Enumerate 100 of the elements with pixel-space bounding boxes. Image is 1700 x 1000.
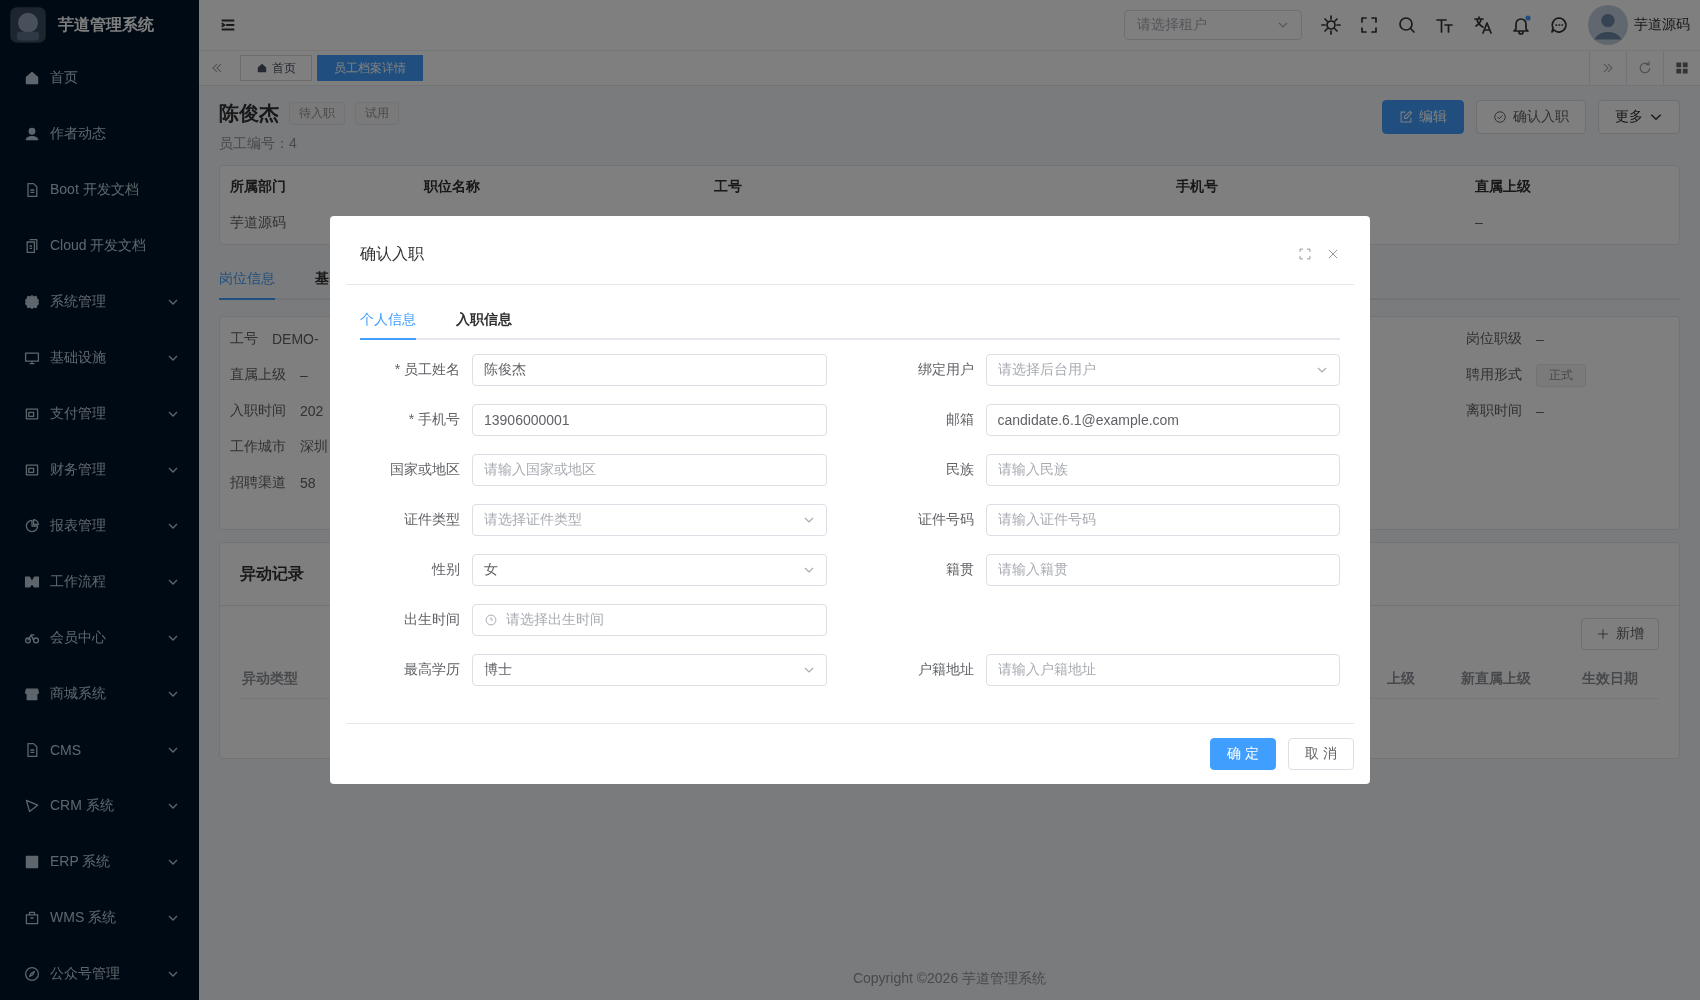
field-value: – [300, 367, 308, 383]
cancel-button[interactable]: 取 消 [1288, 738, 1354, 770]
date-field[interactable]: 请选择出生时间 [472, 604, 827, 636]
sidebar-item[interactable]: WMS 系统 [0, 890, 199, 946]
select-field[interactable]: 请选择证件类型 [472, 504, 827, 536]
document-icon [24, 182, 40, 198]
page-tab[interactable]: 首页 [240, 55, 312, 81]
input-field[interactable]: 请输入籍贯 [985, 554, 1340, 586]
close-icon[interactable] [1326, 247, 1340, 261]
select-field[interactable]: 博士 [472, 654, 827, 686]
input-field[interactable]: 13906000001 [472, 404, 827, 436]
home-icon [24, 70, 40, 86]
field-value: – [1475, 214, 1483, 230]
store-icon [24, 686, 40, 702]
translate-icon[interactable] [1473, 15, 1493, 35]
form-label: 邮箱 [944, 411, 975, 429]
check-circle-icon [1493, 110, 1507, 124]
sidebar-item[interactable]: Boot 开发文档 [0, 162, 199, 218]
form-label: 出生时间 [403, 611, 461, 629]
field-label: 离职时间 [1466, 402, 1522, 420]
column-header: 工号 [714, 178, 743, 196]
field-label: 聘用形式 [1466, 366, 1522, 384]
input-field[interactable]: 请输入户籍地址 [985, 654, 1340, 686]
sidebar-item[interactable]: 公众号管理 [0, 946, 199, 1000]
ok-button[interactable]: 确 定 [1210, 738, 1277, 770]
column-header: 所属部门 [230, 178, 287, 196]
sidebar-item[interactable]: ERP 系统 [0, 834, 199, 890]
confirm-button[interactable]: 确认入职 [1476, 100, 1586, 134]
field-label: 岗位职级 [1466, 330, 1522, 348]
form-label: * 手机号 [407, 411, 461, 429]
wallet-icon [24, 406, 40, 422]
field-value: – [1536, 331, 1544, 347]
form-label: 证件类型 [403, 511, 461, 529]
sidebar-item[interactable]: Cloud 开发文档 [0, 218, 199, 274]
field-label: 入职时间 [230, 402, 286, 420]
user-icon [24, 126, 40, 142]
documents-icon [24, 238, 40, 254]
form-label: 户籍地址 [916, 661, 975, 679]
settings-icon[interactable] [1321, 15, 1341, 35]
bell-icon[interactable] [1511, 15, 1531, 35]
input-field[interactable]: candidate.6.1@example.com [985, 404, 1340, 436]
form-tab[interactable]: 个人信息 [360, 303, 416, 340]
input-field[interactable]: 请输入证件号码 [985, 504, 1340, 536]
app-title: 芋道管理系统 [58, 14, 154, 35]
sidebar-item[interactable]: 首页 [0, 50, 199, 106]
add-button[interactable]: 新增 [1581, 618, 1659, 650]
sidebar-item[interactable]: 商城系统 [0, 666, 199, 722]
input-field[interactable]: 请输入民族 [985, 454, 1340, 486]
sidebar-item[interactable]: 支付管理 [0, 386, 199, 442]
mascot-logo-icon [8, 5, 48, 45]
section-title: 异动记录 [240, 563, 304, 584]
field-label: 工作城市 [230, 438, 286, 456]
user-name[interactable]: 芋道源码 [1634, 16, 1690, 34]
column-header: 职位名称 [424, 178, 481, 196]
gear-icon [24, 294, 40, 310]
plus-icon [1596, 627, 1610, 641]
clock-icon [484, 613, 498, 627]
document-icon [24, 742, 40, 758]
chat-icon[interactable] [1549, 15, 1569, 35]
sidebar-item[interactable]: 会员中心 [0, 610, 199, 666]
avatar-icon[interactable] [1588, 5, 1628, 45]
sidebar-item[interactable]: 工作流程 [0, 554, 199, 610]
sidebar-item[interactable]: 报表管理 [0, 498, 199, 554]
field-value: DEMO- [272, 331, 319, 347]
field-value: 深圳 [300, 438, 328, 456]
fullscreen-icon[interactable] [1359, 15, 1379, 35]
input-field[interactable]: 陈俊杰 [472, 354, 827, 386]
form-label: * 员工姓名 [393, 361, 461, 379]
field-label: 直属上级 [230, 366, 286, 384]
dialog-title: 确认入职 [360, 243, 425, 264]
form-label: 籍贯 [944, 561, 975, 579]
detail-tab[interactable]: 基 [315, 270, 329, 300]
form-tab[interactable]: 入职信息 [456, 303, 512, 340]
select-field[interactable]: 请选择后台用户 [985, 354, 1340, 386]
employee-name: 陈俊杰 [219, 101, 279, 126]
form-label: 最高学历 [403, 661, 461, 679]
form-label: 性别 [430, 561, 461, 579]
compass-icon [24, 966, 40, 982]
column-header: 手机号 [1176, 178, 1219, 196]
sidebar-item[interactable]: 财务管理 [0, 442, 199, 498]
form-label: 绑定用户 [916, 361, 975, 379]
sidebar-item[interactable]: 作者动态 [0, 106, 199, 162]
field-label: 工号 [230, 330, 258, 348]
home-icon [256, 62, 268, 74]
field-value: – [1536, 403, 1544, 419]
search-icon[interactable] [1397, 15, 1417, 35]
input-field[interactable]: 请输入国家或地区 [472, 454, 827, 486]
page-tab[interactable]: 员工档案详情 [317, 55, 423, 81]
sidebar-item[interactable]: 系统管理 [0, 274, 199, 330]
edit-button[interactable]: 编辑 [1382, 100, 1464, 134]
select-field[interactable]: 女 [472, 554, 827, 586]
column-header: 直属上级 [1475, 178, 1532, 196]
more-dropdown-button[interactable]: 更多 [1598, 100, 1680, 134]
triangle-icon [24, 798, 40, 814]
sidebar-item[interactable]: CMS [0, 722, 199, 778]
form-label: 民族 [944, 461, 975, 479]
detail-tab[interactable]: 岗位信息 [219, 270, 275, 300]
sidebar-item[interactable]: 基础设施 [0, 330, 199, 386]
sidebar-item[interactable]: CRM 系统 [0, 778, 199, 834]
edit-icon [1399, 110, 1413, 124]
